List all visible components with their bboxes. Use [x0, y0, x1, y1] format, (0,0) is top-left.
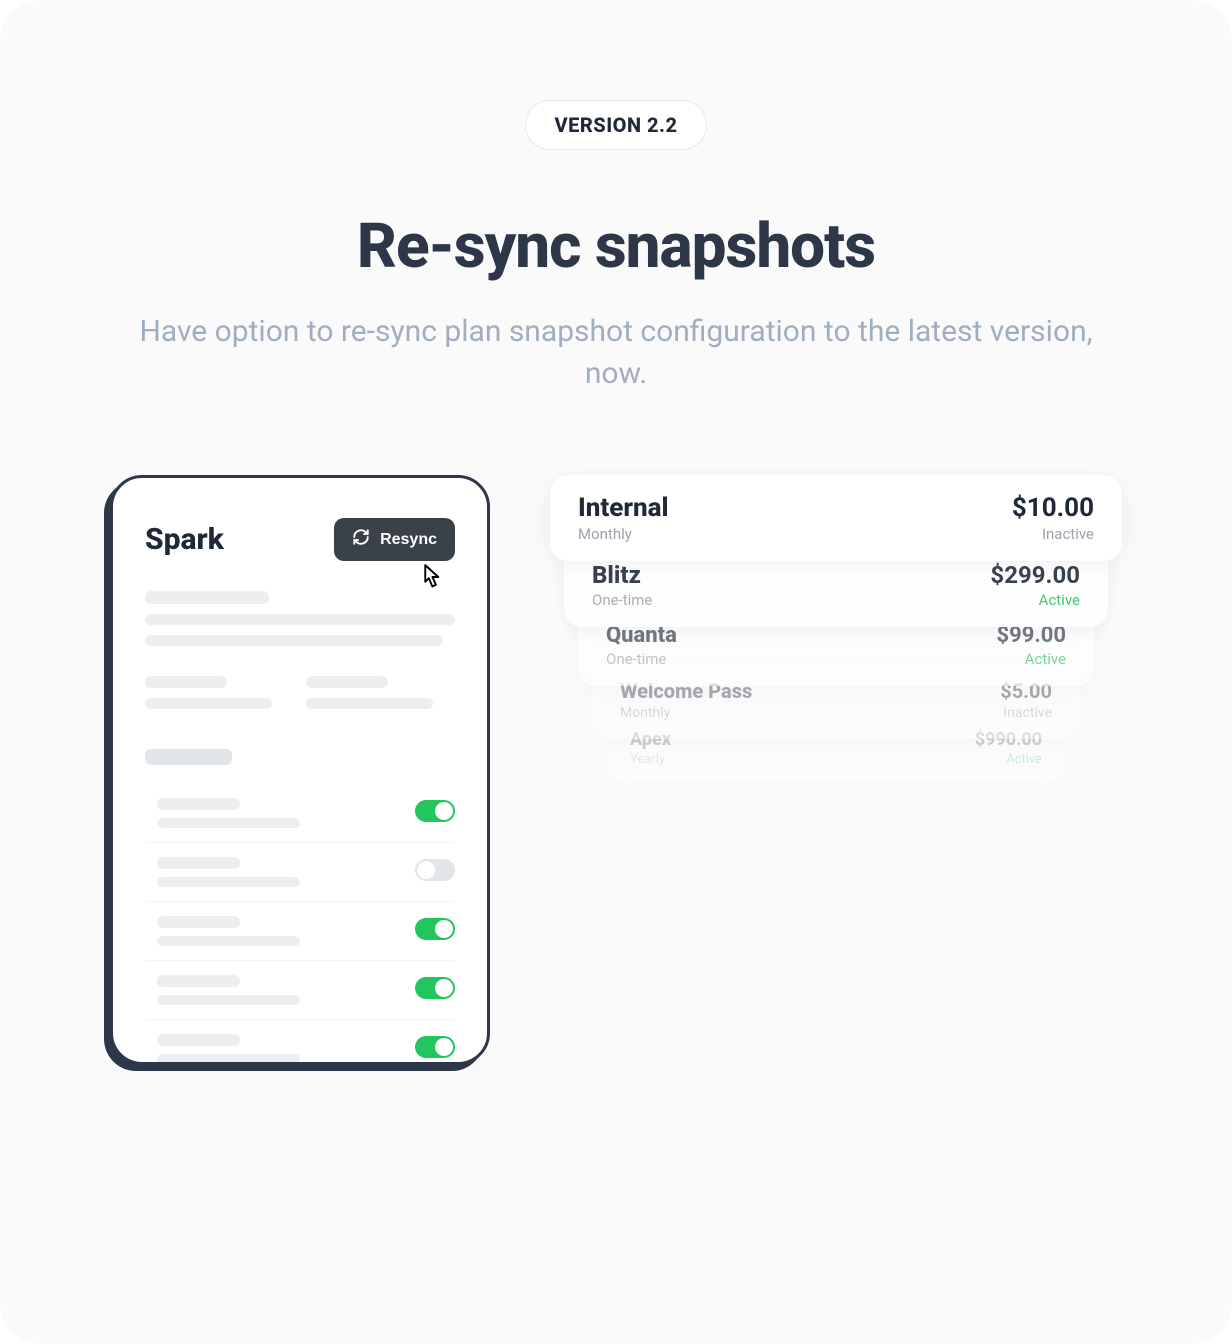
plan-period: One-time: [606, 650, 677, 668]
device-card: Spark Resync: [110, 475, 490, 1065]
device-title: Spark: [145, 522, 224, 557]
plan-status: Inactive: [1000, 705, 1052, 721]
skeleton-text: [157, 975, 415, 1005]
plan-period: Yearly: [630, 752, 671, 767]
plan-period: One-time: [592, 591, 652, 609]
skeleton-text: [157, 916, 415, 946]
feature-row: [145, 961, 455, 1020]
skeleton-text: [157, 1034, 415, 1064]
feature-toggle[interactable]: [415, 800, 455, 822]
feature-row: [145, 1020, 455, 1065]
plan-name: Internal: [578, 493, 669, 523]
skeleton-block: [145, 749, 455, 765]
feature-toggle[interactable]: [415, 859, 455, 881]
feature-row: [145, 902, 455, 961]
feature-toggle[interactable]: [415, 1036, 455, 1058]
pointer-cursor-icon: [411, 558, 449, 596]
resync-button[interactable]: Resync: [334, 518, 455, 561]
plan-period: Monthly: [578, 525, 669, 543]
feature-toggle[interactable]: [415, 918, 455, 940]
plan-price: $10.00: [1012, 493, 1094, 523]
feature-toggle[interactable]: [415, 977, 455, 999]
skeleton-text: [157, 798, 415, 828]
plan-period: Monthly: [620, 705, 752, 721]
resync-button-label: Resync: [380, 531, 437, 549]
feature-row: [145, 843, 455, 902]
plan-price: $299.00: [990, 561, 1080, 589]
plan-card[interactable]: Internal Monthly $10.00 Inactive: [550, 475, 1122, 561]
refresh-icon: [352, 528, 370, 551]
plan-status: Active: [975, 752, 1042, 767]
feature-row: [145, 784, 455, 843]
skeleton-text: [157, 857, 415, 887]
version-badge: VERSION 2.2: [525, 100, 706, 150]
skeleton-block: [145, 591, 455, 646]
page-title: Re-sync snapshots: [0, 210, 1232, 283]
skeleton-block: [145, 676, 455, 719]
plan-status: Active: [997, 650, 1067, 668]
plan-status: Active: [990, 591, 1080, 609]
page-subtitle: Have option to re-sync plan snapshot con…: [0, 311, 1232, 395]
plan-status: Inactive: [1012, 525, 1094, 543]
plan-name: Blitz: [592, 561, 652, 589]
